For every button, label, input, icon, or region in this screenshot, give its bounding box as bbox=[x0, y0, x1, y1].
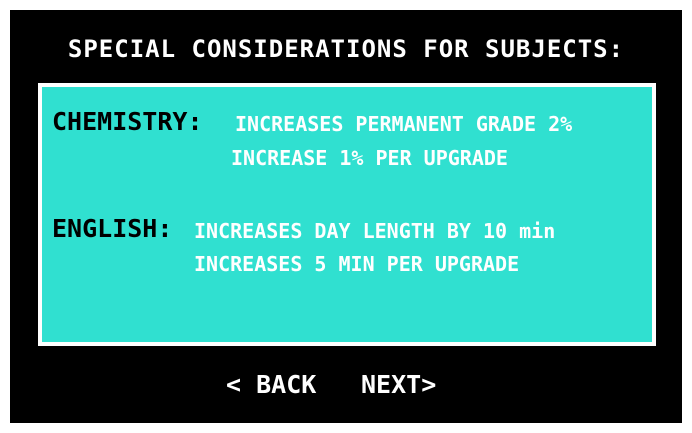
subjects-panel: CHEMISTRY: INCREASES PERMANENT GRADE 2% … bbox=[38, 83, 656, 346]
back-button[interactable]: < BACK bbox=[226, 369, 316, 401]
subject-label-english: ENGLISH: bbox=[52, 214, 173, 243]
subject-desc-english-line1: INCREASES DAY LENGTH BY 10 min bbox=[194, 219, 556, 243]
subject-desc-chemistry-line2: INCREASE 1% PER UPGRADE bbox=[231, 146, 508, 170]
subject-label-chemistry: CHEMISTRY: bbox=[52, 107, 203, 136]
subject-desc-chemistry-line1: INCREASES PERMANENT GRADE 2% bbox=[235, 112, 573, 136]
next-button[interactable]: NEXT> bbox=[361, 369, 436, 401]
screen-title: SPECIAL CONSIDERATIONS FOR SUBJECTS: bbox=[67, 35, 625, 63]
subject-desc-english-line2: INCREASES 5 MIN PER UPGRADE bbox=[194, 252, 520, 276]
